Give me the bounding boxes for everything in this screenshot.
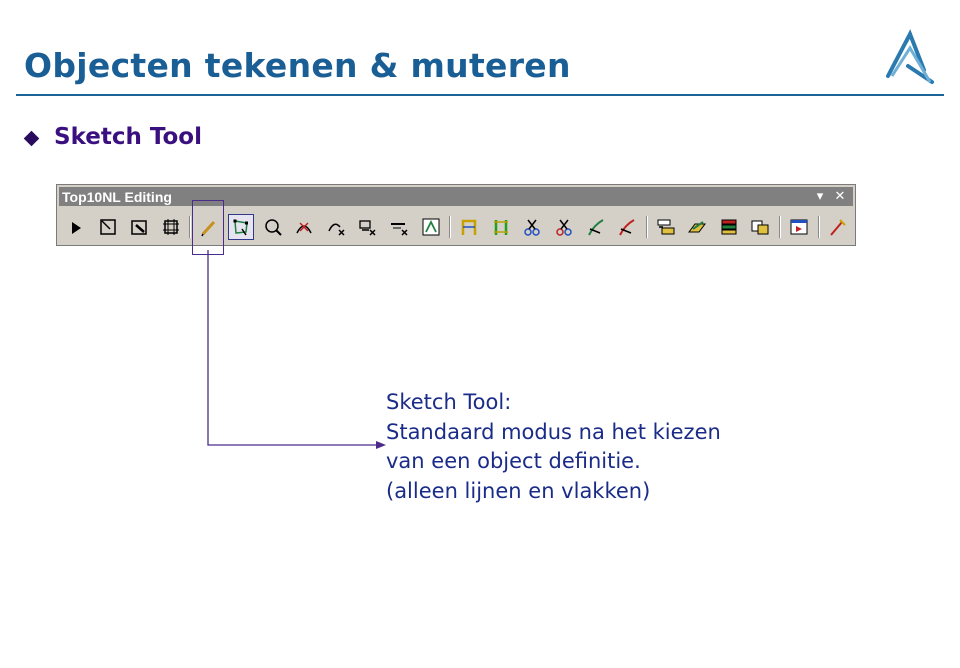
stack-icon[interactable] xyxy=(716,214,742,240)
callout-text: Sketch Tool: Standaard modus na het kiez… xyxy=(386,388,721,506)
snap-green-icon[interactable] xyxy=(488,214,514,240)
callout-line: van een object definitie. xyxy=(386,449,641,473)
arc-delete-icon[interactable] xyxy=(323,214,349,240)
wand-icon[interactable] xyxy=(825,214,851,240)
edit-polygon-icon[interactable] xyxy=(227,214,254,240)
toolbar-dropdown-icon[interactable]: ▾ xyxy=(813,188,827,204)
pen-red-icon[interactable] xyxy=(614,214,640,240)
pen-green-icon[interactable] xyxy=(583,214,609,240)
scissors-blue-icon[interactable] xyxy=(519,214,545,240)
callout-line: (alleen lijnen en vlakken) xyxy=(386,478,651,503)
toolbar-close-icon[interactable]: ✕ xyxy=(833,188,847,204)
toolbar-icon-row xyxy=(63,213,856,241)
title-divider xyxy=(16,94,944,96)
modify-feature-icon[interactable] xyxy=(158,214,184,240)
layer-add-icon[interactable] xyxy=(653,214,679,240)
top10nl-editing-toolbar: Top10NL Editing ▾ ✕ xyxy=(56,184,856,246)
select-arrow-icon[interactable] xyxy=(63,214,89,240)
company-logo-icon xyxy=(886,29,934,84)
callout-line: Sketch Tool: xyxy=(386,390,512,414)
toolbar-titlebar[interactable]: Top10NL Editing ▾ ✕ xyxy=(59,187,853,206)
triangle-shape-icon[interactable] xyxy=(418,214,444,240)
zoom-circle-icon[interactable] xyxy=(260,214,286,240)
diamond-bullet-icon xyxy=(23,130,40,146)
callout-line: Standaard modus na het kiezen xyxy=(386,419,721,444)
toolbar-separator xyxy=(645,216,648,238)
split-delete-icon[interactable] xyxy=(354,214,380,240)
toolbar-separator xyxy=(817,216,820,238)
toolbar-separator xyxy=(449,216,452,238)
sketch-tool-highlight xyxy=(192,200,224,255)
scissors-red-icon[interactable] xyxy=(551,214,577,240)
line-delete-icon[interactable] xyxy=(386,214,412,240)
slide-title: Objecten tekenen & muteren xyxy=(24,46,571,85)
reshape-icon[interactable] xyxy=(126,214,152,240)
toolbar-title: Top10NL Editing xyxy=(62,188,172,205)
copy-shape-icon[interactable] xyxy=(747,214,773,240)
intersect-icon[interactable] xyxy=(291,214,317,240)
snap-yellow-icon[interactable] xyxy=(456,214,482,240)
bullet-text: Sketch Tool xyxy=(54,124,202,150)
bullet-item: Sketch Tool xyxy=(23,124,202,150)
edit-vertices-icon[interactable] xyxy=(95,214,121,240)
properties-window-icon[interactable] xyxy=(786,214,812,240)
callout-connector xyxy=(207,250,386,449)
layer-move-icon[interactable] xyxy=(684,214,710,240)
toolbar-separator xyxy=(779,216,782,238)
